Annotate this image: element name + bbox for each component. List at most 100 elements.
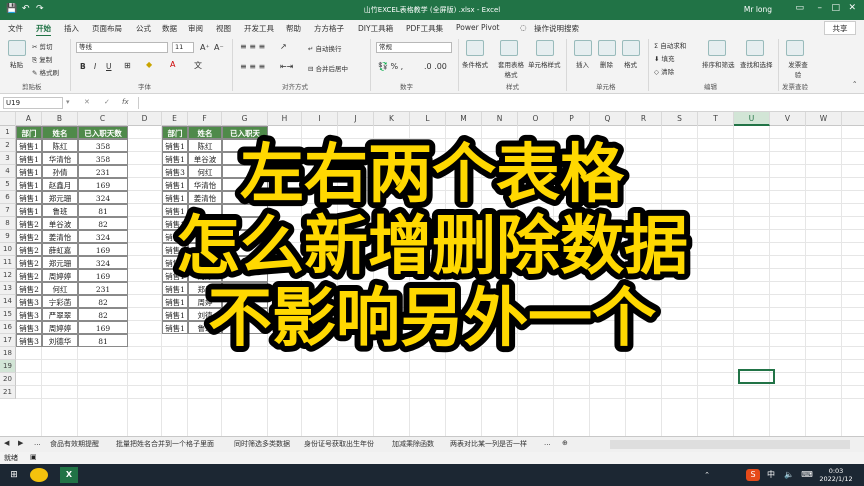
- currency-icon[interactable]: 💱 % ,: [378, 62, 403, 71]
- cut-button[interactable]: ✂ 剪切: [32, 41, 53, 51]
- left-table-data-cell[interactable]: 销售1: [16, 204, 42, 217]
- underline-button[interactable]: U: [106, 62, 112, 71]
- row-header-1[interactable]: 1: [0, 126, 16, 139]
- maximize-icon[interactable]: □: [831, 3, 840, 13]
- column-header-s[interactable]: S: [662, 112, 698, 126]
- left-table-data-cell[interactable]: 销售2: [16, 217, 42, 230]
- close-icon[interactable]: ✕: [848, 3, 856, 13]
- left-table-data-cell[interactable]: 销售1: [16, 178, 42, 191]
- tab-review[interactable]: 审阅: [188, 23, 203, 34]
- tab-diy[interactable]: DIY工具箱: [358, 23, 393, 34]
- row-header-16[interactable]: 16: [0, 321, 16, 334]
- row-header-7[interactable]: 7: [0, 204, 16, 217]
- minimize-icon[interactable]: –: [818, 3, 823, 13]
- cell-style-button[interactable]: 单元格样式: [528, 59, 561, 69]
- right-table-data-cell[interactable]: [222, 204, 268, 217]
- row-header-3[interactable]: 3: [0, 152, 16, 165]
- left-table-data-cell[interactable]: 周婷婷: [42, 269, 78, 282]
- left-table-data-cell[interactable]: 薛虹嘉: [42, 243, 78, 256]
- right-table-data-cell[interactable]: 华清怡: [188, 178, 222, 191]
- left-table-data-cell[interactable]: 169: [78, 269, 128, 282]
- left-table-data-cell[interactable]: 销售3: [16, 295, 42, 308]
- fill-color-icon[interactable]: ◆: [146, 60, 152, 69]
- right-table-data-cell[interactable]: 郑元: [188, 256, 222, 269]
- bold-button[interactable]: B: [80, 62, 86, 71]
- conditional-format-button[interactable]: 条件格式: [462, 59, 488, 69]
- column-header-p[interactable]: P: [554, 112, 590, 126]
- number-format-select[interactable]: 常规: [376, 42, 452, 53]
- left-table-data-cell[interactable]: 324: [78, 256, 128, 269]
- prev-sheet-icon[interactable]: ◀: [4, 439, 9, 447]
- column-header-g[interactable]: G: [222, 112, 268, 126]
- right-table-data-cell[interactable]: 32: [222, 191, 268, 204]
- tell-me-search[interactable]: 操作说明搜索: [534, 23, 579, 34]
- right-table-data-cell[interactable]: 销售1: [162, 217, 188, 230]
- column-header-l[interactable]: L: [410, 112, 446, 126]
- conditional-format-icon[interactable]: [466, 40, 484, 56]
- right-table-data-cell[interactable]: 销售1: [162, 282, 188, 295]
- tab-pdf[interactable]: PDF工具集: [406, 23, 443, 34]
- keyboard-icon[interactable]: ⌨: [800, 467, 814, 483]
- row-header-4[interactable]: 4: [0, 165, 16, 178]
- left-table-data-cell[interactable]: 周婷婷: [42, 321, 78, 334]
- paste-icon[interactable]: [8, 40, 26, 56]
- row-header-17[interactable]: 17: [0, 334, 16, 347]
- border-icon[interactable]: ⊞: [124, 61, 131, 70]
- enter-icon[interactable]: ✓: [104, 98, 110, 106]
- invoice-icon[interactable]: [786, 40, 804, 56]
- column-header-j[interactable]: J: [338, 112, 374, 126]
- tab-insert[interactable]: 插入: [64, 23, 79, 34]
- merge-center-button[interactable]: ⊟ 合并后居中: [308, 63, 348, 73]
- right-table-data-cell[interactable]: [188, 230, 222, 243]
- right-table-data-cell[interactable]: [222, 256, 268, 269]
- left-table-data-cell[interactable]: 169: [78, 243, 128, 256]
- left-table-data-cell[interactable]: 82: [78, 295, 128, 308]
- left-table-data-cell[interactable]: 358: [78, 139, 128, 152]
- function-icon[interactable]: fx: [122, 98, 129, 106]
- right-table-data-cell[interactable]: 销售1: [162, 308, 188, 321]
- column-header-d[interactable]: D: [128, 112, 162, 126]
- row-header-20[interactable]: 20: [0, 373, 16, 386]
- format-painter-button[interactable]: ✎ 格式刷: [32, 67, 59, 77]
- left-table-data-cell[interactable]: 孙倩: [42, 165, 78, 178]
- tray-icons[interactable]: ⌃: [700, 467, 714, 483]
- left-table-header-cell[interactable]: 部门: [16, 126, 42, 139]
- name-box[interactable]: U19: [3, 97, 63, 109]
- left-table-data-cell[interactable]: 销售1: [16, 152, 42, 165]
- italic-button[interactable]: I: [94, 62, 96, 71]
- left-table-header-cell[interactable]: 已入职天数: [78, 126, 128, 139]
- right-table-data-cell[interactable]: 销售1: [162, 321, 188, 334]
- column-header-m[interactable]: M: [446, 112, 482, 126]
- increase-font-icon[interactable]: A⁺: [200, 43, 210, 52]
- left-table-data-cell[interactable]: 销售3: [16, 334, 42, 347]
- autosum-button[interactable]: Σ 自动求和: [654, 40, 686, 50]
- tab-data[interactable]: 数据: [162, 23, 177, 34]
- left-table-data-cell[interactable]: 231: [78, 165, 128, 178]
- row-header-14[interactable]: 14: [0, 295, 16, 308]
- right-table-data-cell[interactable]: 销售1: [162, 139, 188, 152]
- indent-icon[interactable]: ⇤⇥: [280, 62, 293, 71]
- right-table-data-cell[interactable]: 刘德: [188, 308, 222, 321]
- left-table-data-cell[interactable]: 324: [78, 191, 128, 204]
- copy-button[interactable]: ⎘ 复制: [32, 54, 52, 65]
- collapse-ribbon-icon[interactable]: ⌃: [852, 80, 857, 88]
- find-select-button[interactable]: 查找和选择: [740, 59, 773, 69]
- left-table-data-cell[interactable]: 81: [78, 334, 128, 347]
- add-sheet-icon[interactable]: ⊕: [562, 439, 568, 447]
- left-table-data-cell[interactable]: 严翠翠: [42, 308, 78, 321]
- right-table-data-cell[interactable]: 鲁班: [188, 321, 222, 334]
- sheet-tab[interactable]: 食品有效期提醒: [50, 439, 99, 449]
- right-table-data-cell[interactable]: 销售1: [162, 191, 188, 204]
- right-table-data-cell[interactable]: 销售3: [162, 165, 188, 178]
- left-table-header-cell[interactable]: 姓名: [42, 126, 78, 139]
- delete-cells-icon[interactable]: [598, 40, 616, 56]
- left-table-data-cell[interactable]: 169: [78, 178, 128, 191]
- right-table-data-cell[interactable]: 单谷波: [188, 152, 222, 165]
- row-header-15[interactable]: 15: [0, 308, 16, 321]
- left-table-data-cell[interactable]: 宁彩菡: [42, 295, 78, 308]
- column-header-o[interactable]: O: [518, 112, 554, 126]
- decimal-icon[interactable]: .0 .00: [424, 62, 447, 71]
- chrome-icon[interactable]: [30, 468, 48, 482]
- right-table-data-cell[interactable]: [222, 295, 268, 308]
- right-table-data-cell[interactable]: 陈红: [188, 139, 222, 152]
